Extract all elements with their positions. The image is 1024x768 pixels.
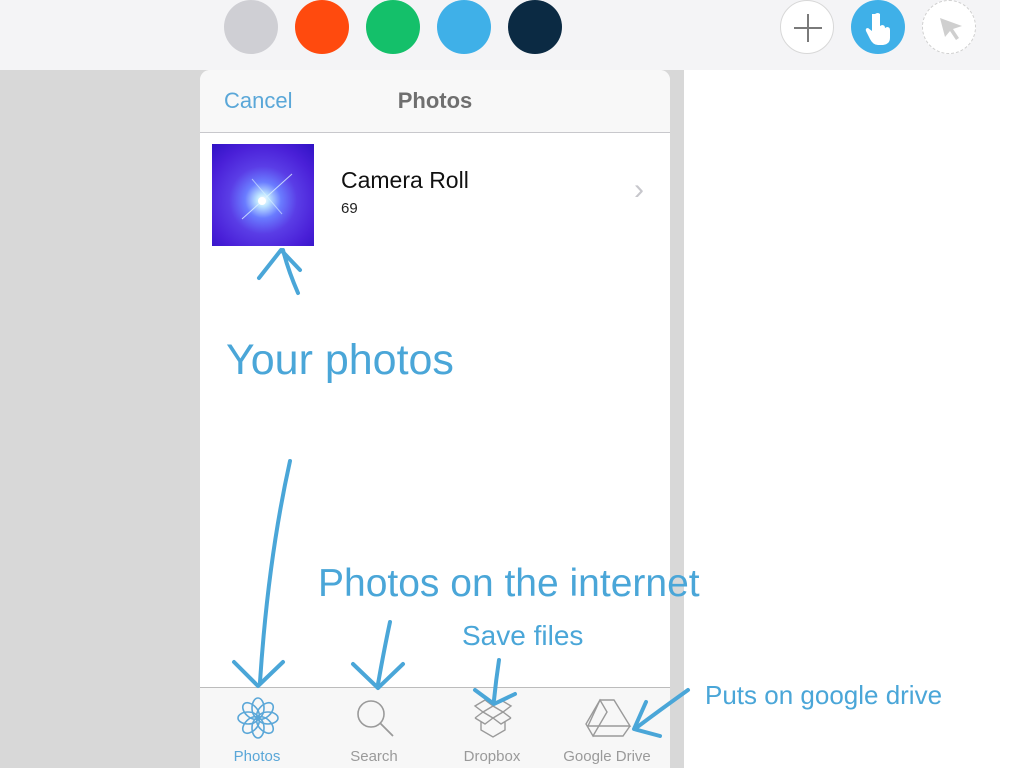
arrow-to-search-tab	[376, 620, 392, 686]
annotation-arrows	[232, 248, 690, 738]
arrow-to-photos-tab	[258, 459, 292, 684]
arrowhead	[257, 248, 302, 280]
arrow-to-dropbox-tab	[492, 658, 501, 702]
